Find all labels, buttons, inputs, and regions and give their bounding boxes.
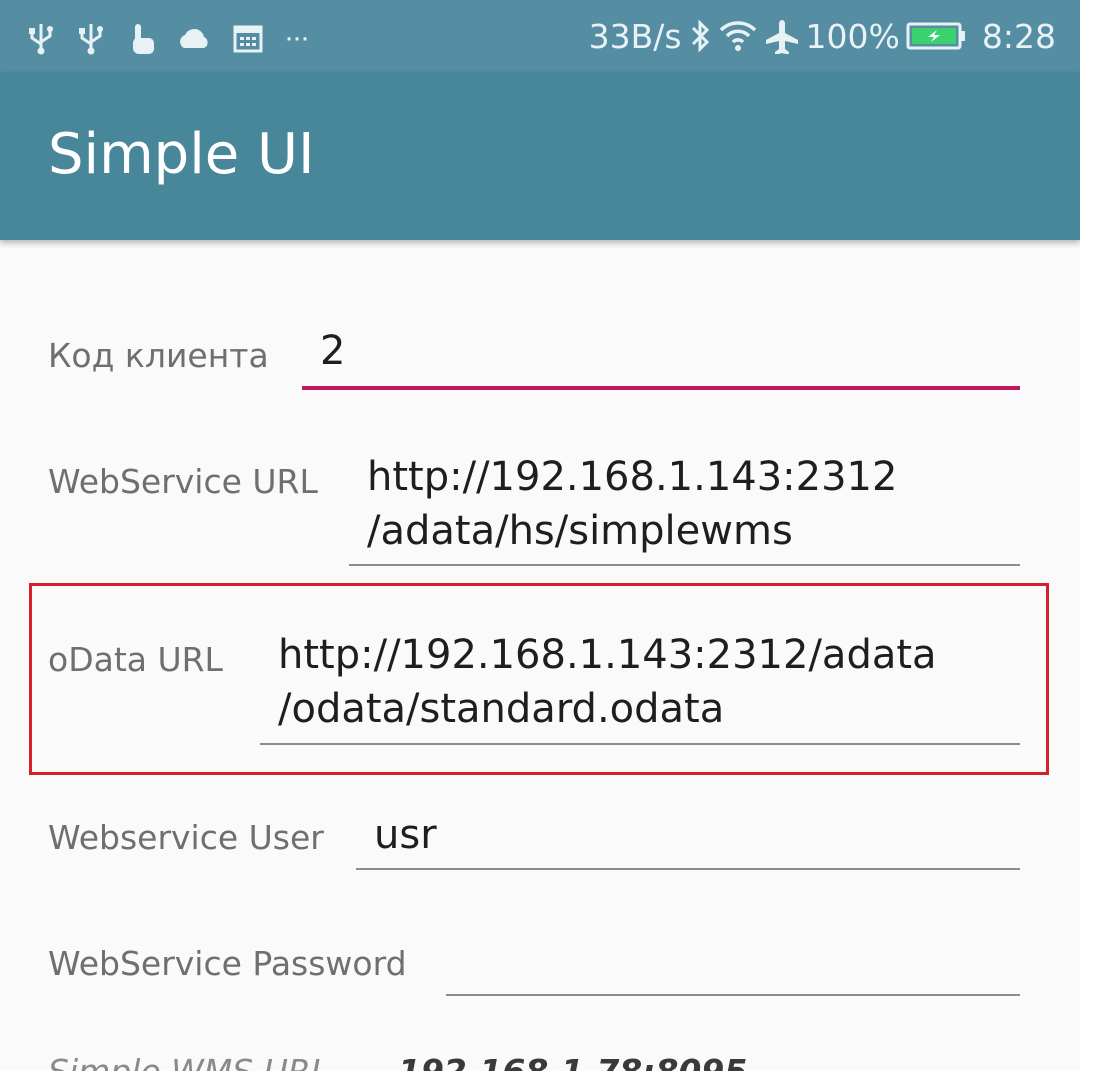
webservice-password-underline <box>446 994 1020 996</box>
airplane-icon <box>764 18 800 54</box>
webservice-url-line: http://192.168.1.143:2312 <box>367 454 898 500</box>
wifi-icon <box>718 19 758 53</box>
more-icon: ··· <box>284 21 310 54</box>
simple-wms-url-input[interactable]: 192.168.1.78:8095 <box>398 1052 747 1071</box>
webservice-user-label: Webservice User <box>48 818 324 857</box>
app-screen: ··· 33B/s 100% 8:28 Simple UI Код клиент… <box>0 0 1080 1071</box>
network-speed: 33B/s <box>588 16 682 56</box>
odata-url-label: oData URL <box>48 640 223 679</box>
usb-icon <box>76 20 106 56</box>
status-bar: ··· 33B/s 100% 8:28 <box>0 0 1080 72</box>
battery-percent: 100% <box>805 16 900 56</box>
bluetooth-icon <box>688 18 712 54</box>
webservice-url-label: WebService URL <box>48 462 318 501</box>
webservice-user-input[interactable]: usr <box>374 808 437 862</box>
calendar-icon <box>232 22 264 54</box>
usb-icon <box>26 20 56 56</box>
clock: 8:28 <box>981 16 1056 56</box>
webservice-url-underline <box>349 564 1020 566</box>
cloud-icon <box>176 24 212 52</box>
odata-url-line: /odata/standard.odata <box>278 686 725 732</box>
webservice-password-input[interactable] <box>464 932 1004 986</box>
client-code-input[interactable]: 2 <box>320 324 345 378</box>
battery-charging-icon <box>906 21 966 51</box>
client-code-label: Код клиента <box>48 336 269 375</box>
webservice-user-underline <box>356 868 1020 870</box>
odata-url-line: http://192.168.1.143:2312/adata <box>278 632 937 678</box>
client-code-underline <box>302 386 1020 390</box>
touch-icon <box>126 20 156 56</box>
simple-wms-url-label: Simple WMS URL <box>48 1052 329 1071</box>
odata-url-underline <box>260 743 1020 745</box>
app-title: Simple UI <box>48 122 315 187</box>
webservice-password-label: WebService Password <box>48 944 407 983</box>
webservice-url-line: /adata/hs/simplewms <box>367 508 793 554</box>
